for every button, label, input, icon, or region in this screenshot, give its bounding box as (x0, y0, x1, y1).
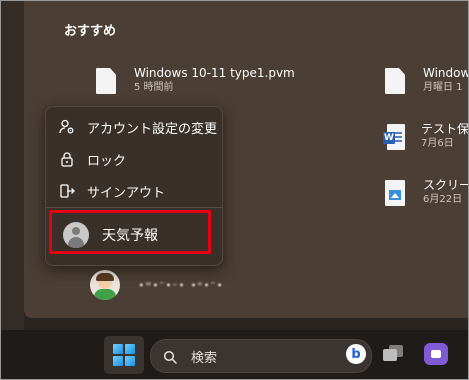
sign-out-icon (59, 183, 75, 199)
file-date: 5 時間前 (134, 82, 174, 93)
file-name: テスト保存 (421, 122, 469, 136)
sign-out-menu-item[interactable]: サインアウト (46, 175, 222, 207)
image-file-icon (385, 180, 407, 208)
file-date: 6月22日 (423, 194, 463, 205)
file-name: Windows 10-11 type1.pvm (134, 66, 295, 80)
word-doc-icon: W (383, 124, 405, 152)
recommended-file-2[interactable]: Windows 月曜日 1 (385, 66, 469, 96)
user-avatar (90, 270, 120, 300)
file-icon (385, 68, 407, 96)
task-view-icon[interactable] (383, 345, 405, 363)
user-name: •ʷ•ᵔ•ᵕ• •ᵉ•ᵔ• (138, 278, 224, 292)
recommended-file-4[interactable]: スクリーン 6月22日 (385, 178, 469, 208)
file-date: 月曜日 1 (423, 82, 463, 93)
search-icon (163, 349, 177, 364)
file-name: スクリーン (423, 178, 469, 192)
recommended-heading: おすすめ (64, 24, 117, 39)
menu-item-label: ロック (87, 153, 127, 169)
search-label: 検索 (191, 350, 218, 366)
lock-icon (59, 151, 75, 167)
lock-menu-item[interactable]: ロック (46, 143, 222, 175)
file-date: 7月6日 (421, 138, 454, 149)
bing-letter: b (351, 346, 361, 362)
menu-divider (46, 207, 222, 208)
taskbar-search-box[interactable]: 検索 (150, 339, 372, 373)
start-button[interactable] (104, 336, 144, 374)
recommended-file-3[interactable]: W テスト保存 7月6日 (383, 122, 469, 152)
file-name: Windows (423, 66, 469, 80)
highlight-box (49, 210, 211, 254)
menu-item-label: サインアウト (87, 185, 166, 201)
current-user-button[interactable]: •ʷ•ᵔ•ᵕ• •ᵉ•ᵔ• (90, 270, 224, 300)
recommended-file-1[interactable]: Windows 10-11 type1.pvm 5 時間前 (96, 66, 295, 96)
account-settings-icon (59, 119, 75, 135)
file-icon (96, 68, 118, 96)
desktop-background (0, 0, 24, 330)
windows-logo-icon (113, 344, 135, 366)
chat-icon[interactable] (424, 343, 448, 365)
bing-icon[interactable]: b (346, 344, 366, 364)
account-settings-menu-item[interactable]: アカウント設定の変更 (46, 111, 222, 143)
menu-item-label: アカウント設定の変更 (87, 121, 218, 137)
